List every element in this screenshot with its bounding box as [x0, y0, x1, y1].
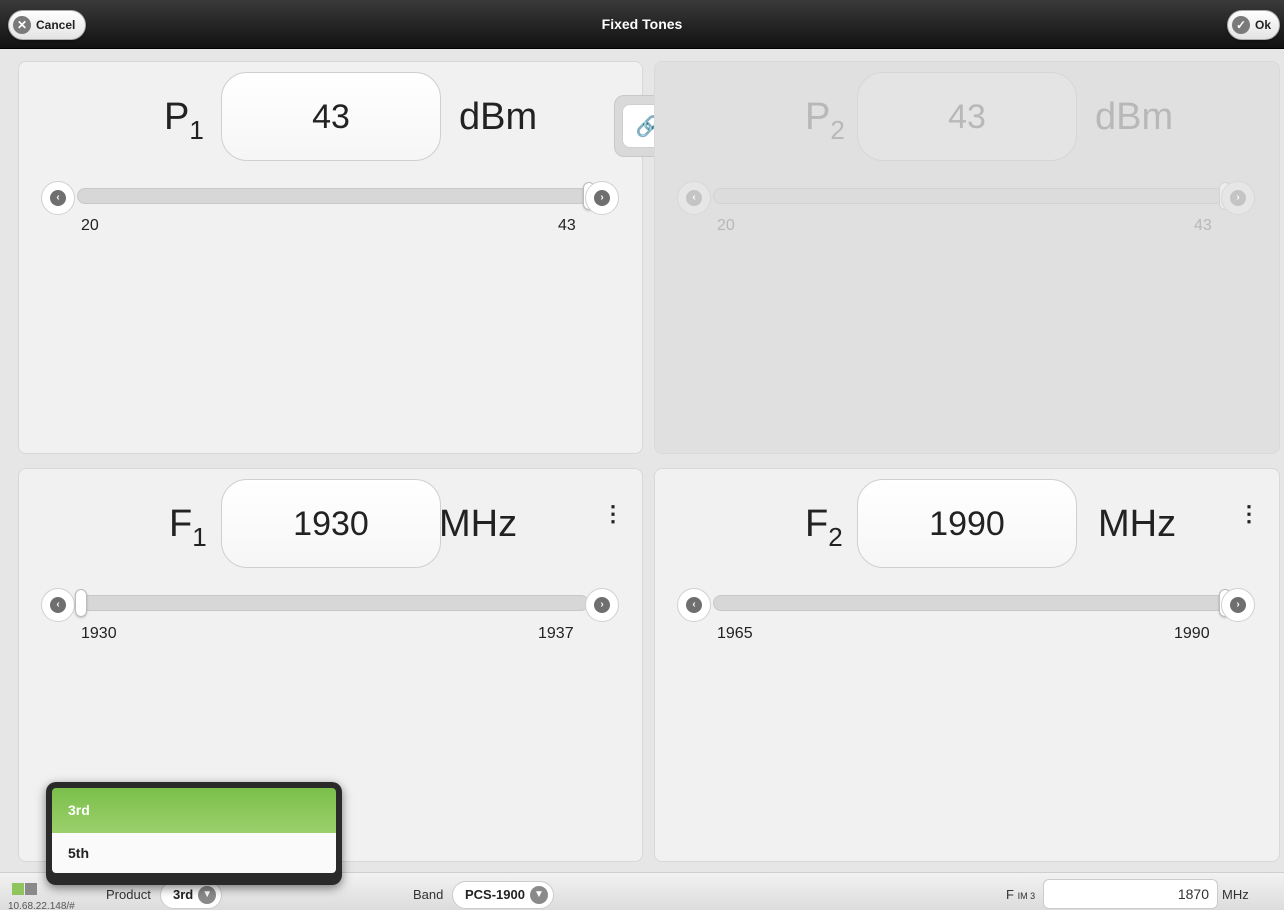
p1-value-input[interactable]: 43	[221, 72, 441, 161]
kebab-menu-icon[interactable]: ⋮	[602, 501, 624, 527]
option-3rd[interactable]: 3rd	[52, 788, 336, 833]
p2-symbol-letter: P	[805, 96, 831, 138]
fim-unit: MHz	[1222, 887, 1249, 902]
f1-unit: MHz	[439, 503, 518, 545]
check-circle-icon: ✓	[1231, 16, 1250, 34]
p1-symbol: P1	[164, 96, 204, 146]
f2-min-label: 1965	[717, 625, 753, 642]
p2-symbol-sub: 2	[830, 115, 845, 145]
chevron-left-icon: ‹	[686, 597, 702, 613]
ok-label: Ok	[1254, 18, 1271, 32]
p2-symbol: P2	[805, 96, 845, 146]
power-2-panel: P2 43 dBm ‹ › 20 43	[654, 61, 1280, 454]
f1-min-label: 1930	[81, 625, 117, 642]
p1-decrement-button[interactable]: ‹	[41, 181, 75, 215]
p1-increment-button[interactable]: ›	[585, 181, 619, 215]
p1-min-label: 20	[81, 217, 99, 234]
fim-label: F IM 3	[1006, 887, 1035, 902]
f1-increment-button[interactable]: ›	[585, 588, 619, 622]
p2-slider-track	[713, 188, 1225, 204]
chevron-right-icon: ›	[594, 597, 610, 613]
chevron-left-icon: ‹	[50, 190, 66, 206]
p1-symbol-letter: P	[164, 96, 190, 138]
band-select[interactable]: PCS-1900 ▼	[452, 881, 554, 909]
chevron-right-icon: ›	[1230, 190, 1246, 206]
header-bar: ✕ Cancel Fixed Tones ✓ Ok	[0, 0, 1284, 49]
product-options-popup: 3rd 5th	[46, 782, 342, 885]
f1-slider-track[interactable]	[77, 595, 589, 611]
p1-unit: dBm	[459, 96, 538, 138]
p2-min-label: 20	[717, 217, 735, 234]
product-label: Product	[106, 887, 151, 902]
chevron-right-icon: ›	[594, 190, 610, 206]
band-label: Band	[413, 887, 444, 902]
f1-slider-thumb[interactable]	[75, 589, 87, 617]
f1-decrement-button[interactable]: ‹	[41, 588, 75, 622]
chevron-down-icon: ▼	[529, 886, 548, 904]
chevron-down-icon: ▼	[198, 886, 217, 904]
p1-max-label: 43	[558, 217, 576, 234]
option-5th[interactable]: 5th	[52, 833, 336, 873]
ok-button[interactable]: ✓ Ok	[1226, 10, 1280, 40]
power-1-panel: P1 43 dBm ‹ › 20 43	[18, 61, 643, 454]
f1-symbol: F1	[169, 503, 207, 553]
chevron-left-icon: ‹	[50, 597, 66, 613]
f2-symbol-sub: 2	[828, 522, 843, 552]
f1-symbol-letter: F	[169, 503, 193, 545]
address-text: 10.68.22.148/#	[8, 901, 75, 910]
product-select[interactable]: 3rd ▼	[160, 881, 223, 909]
f2-symbol-letter: F	[805, 503, 829, 545]
p2-decrement-button: ‹	[677, 181, 711, 215]
f2-value-input[interactable]: 1990	[857, 479, 1077, 568]
fim-label-letter: F	[1006, 887, 1014, 902]
page-title: Fixed Tones	[601, 16, 683, 32]
frequency-2-panel: F2 1990 MHz ⋮ ‹ › 1965 1990	[654, 468, 1280, 862]
p1-slider-track[interactable]	[77, 188, 589, 204]
f2-increment-button[interactable]: ›	[1221, 588, 1255, 622]
fim-value-field[interactable]: 1870	[1043, 879, 1218, 909]
kebab-menu-icon[interactable]: ⋮	[1238, 501, 1260, 527]
f2-max-label: 1990	[1174, 625, 1210, 642]
f1-value-input[interactable]: 1930	[221, 479, 441, 568]
chevron-left-icon: ‹	[686, 190, 702, 206]
band-select-value: PCS-1900	[465, 887, 525, 902]
f2-decrement-button[interactable]: ‹	[677, 588, 711, 622]
f1-symbol-sub: 1	[192, 522, 207, 552]
chevron-right-icon: ›	[1230, 597, 1246, 613]
f2-unit: MHz	[1098, 503, 1177, 545]
f2-symbol: F2	[805, 503, 843, 553]
f2-slider-track[interactable]	[713, 595, 1225, 611]
product-select-value: 3rd	[173, 887, 194, 902]
p2-value-input: 43	[857, 72, 1077, 161]
p2-unit: dBm	[1095, 96, 1174, 138]
grid-view-icon[interactable]	[12, 882, 38, 895]
p2-increment-button: ›	[1221, 181, 1255, 215]
fim-label-sub: IM 3	[1017, 891, 1036, 901]
p1-symbol-sub: 1	[189, 115, 204, 145]
f1-max-label: 1937	[538, 625, 574, 642]
p2-max-label: 43	[1194, 217, 1212, 234]
